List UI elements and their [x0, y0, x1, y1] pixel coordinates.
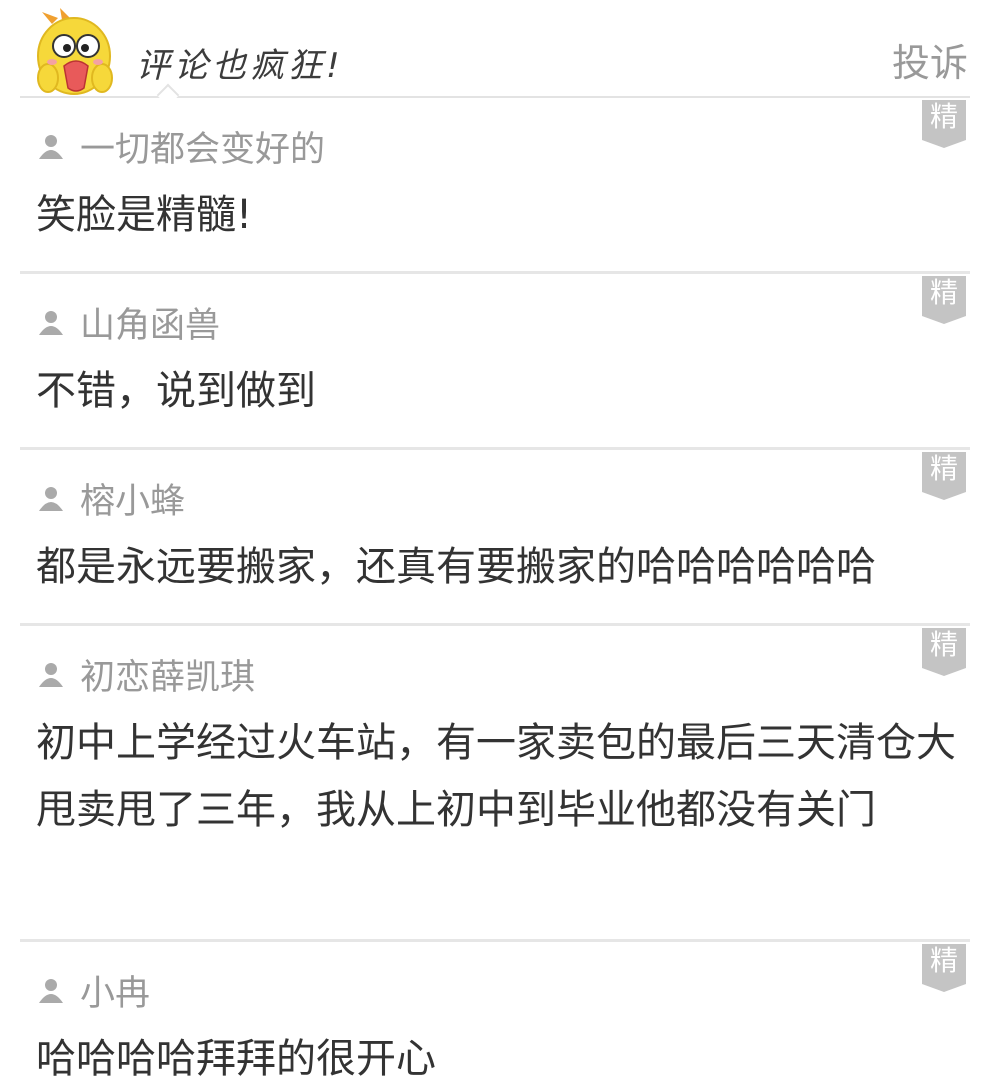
user-icon: [39, 135, 63, 159]
comment-text: 不错，说到做到: [36, 368, 316, 414]
author-name[interactable]: 小冉: [80, 965, 150, 1016]
mascot-icon: [37, 8, 113, 95]
comment-author: 小冉: [36, 968, 150, 1014]
comment-text: 笑脸是精髓!: [36, 192, 253, 238]
user-icon: [39, 663, 63, 687]
comment-author: 榕小蜂: [36, 476, 185, 522]
user-icon: [39, 311, 63, 335]
header-title: 评论也疯狂!: [136, 46, 344, 86]
comment-item: 精 一切都会变好的 笑脸是精髓!: [20, 98, 970, 274]
comment-text: 都是永远要搬家，还真有要搬家的哈哈哈哈哈哈: [36, 544, 876, 590]
complain-link[interactable]: 投诉: [892, 32, 968, 87]
comment-author: 山角函兽: [36, 300, 220, 346]
author-name[interactable]: 一切都会变好的: [80, 121, 325, 172]
featured-badge-label: 精: [929, 944, 958, 977]
author-name[interactable]: 山角函兽: [80, 297, 220, 348]
comment-item: 精 山角函兽 不错，说到做到: [20, 274, 970, 450]
featured-badge-label: 精: [929, 100, 958, 133]
featured-badge-label: 精: [929, 276, 958, 309]
comment-author: 初恋薛凯琪: [36, 652, 255, 698]
author-name[interactable]: 初恋薛凯琪: [80, 649, 255, 700]
featured-badge-label: 精: [929, 628, 958, 661]
featured-badge-label: 精: [929, 452, 958, 485]
author-name[interactable]: 榕小蜂: [80, 473, 185, 524]
comment-item: 精 榕小蜂 都是永远要搬家，还真有要搬家的哈哈哈哈哈哈: [20, 450, 970, 626]
comment-author: 一切都会变好的: [36, 124, 325, 170]
comment-item: 精 初恋薛凯琪 初中上学经过火车站，有一家卖包的最后三天清仓大甩卖甩了三年，我从…: [20, 626, 970, 942]
comment-list: 精 一切都会变好的 笑脸是精髓! 精 山角函兽 不错，说到做到 精 榕小蜂 都是…: [20, 98, 970, 1083]
comment-text: 哈哈哈哈拜拜的很开心: [36, 1036, 436, 1082]
user-icon: [39, 487, 63, 511]
comment-text: 初中上学经过火车站，有一家卖包的最后三天清仓大甩卖甩了三年，我从上初中到毕业他都…: [36, 720, 956, 833]
comments-header: 评论也疯狂! 投诉: [20, 0, 970, 107]
comment-item: 精 小冉 哈哈哈哈拜拜的很开心: [20, 942, 970, 1083]
user-icon: [39, 979, 63, 1003]
page: 评论也疯狂! 投诉 精 一切都会变好的 笑脸是精髓! 精 山角函兽 不错，说到做…: [0, 0, 990, 1083]
